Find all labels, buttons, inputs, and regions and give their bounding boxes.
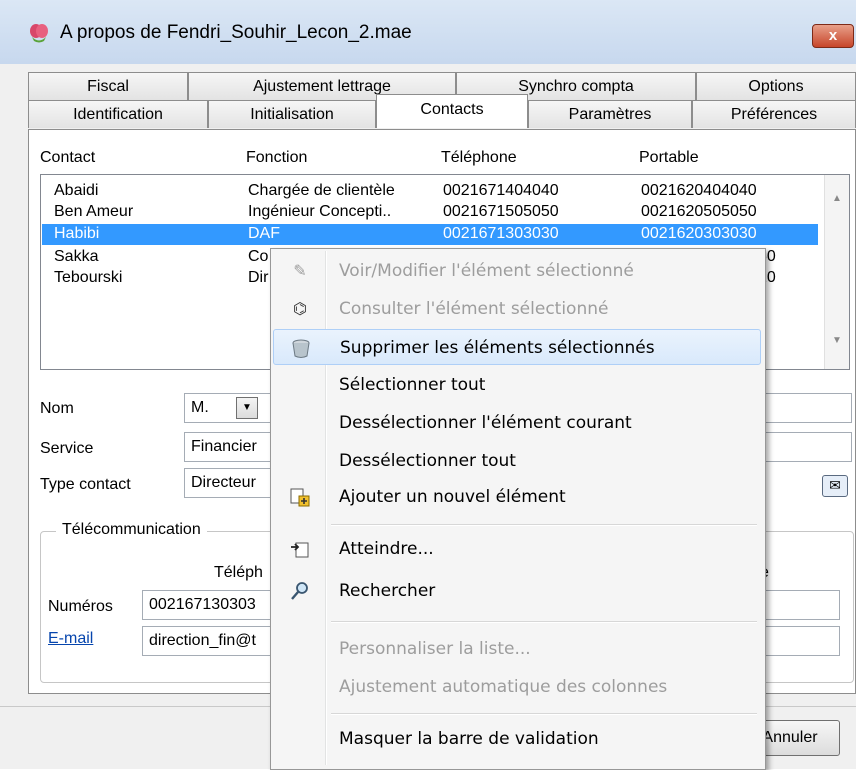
- email-extra-field[interactable]: [756, 626, 840, 656]
- menu-item-masquer-barre[interactable]: Masquer la barre de validation: [273, 721, 761, 757]
- menu-item-label: Ajouter un nouvel élément: [339, 487, 566, 507]
- contact-name: Sakka: [54, 248, 99, 265]
- title-bar: A propos de Fendri_Souhir_Lecon_2.mae x: [0, 0, 856, 65]
- email-link[interactable]: E-mail: [48, 630, 93, 648]
- tab-fiscal[interactable]: Fiscal: [28, 72, 188, 100]
- contact-name: Abaidi: [54, 182, 99, 199]
- glasses-icon: ⌬: [293, 299, 307, 318]
- tab-preferences[interactable]: Préférences: [692, 100, 856, 128]
- menu-item-label: Masquer la barre de validation: [339, 729, 599, 749]
- menu-item-personnaliser[interactable]: Personnaliser la liste...: [273, 631, 761, 667]
- pencil-icon: ✎: [293, 261, 307, 280]
- menu-item-consulter[interactable]: ⌬ Consulter l'élément sélectionné: [273, 291, 761, 327]
- menu-separator: [331, 524, 757, 526]
- app-flower-icon: [30, 24, 48, 43]
- tab-contacts[interactable]: Contacts: [376, 94, 528, 128]
- list-item[interactable]: Ben Ameur Ingénieur Concepti.. 002167150…: [42, 202, 818, 223]
- context-menu: ✎ Voir/Modifier l'élément sélectionné ⌬ …: [270, 248, 766, 770]
- tab-initialisation[interactable]: Initialisation: [208, 100, 376, 128]
- menu-item-label: Atteindre...: [339, 539, 434, 559]
- contact-portable: 0021620505050: [641, 203, 757, 220]
- menu-item-deselectionner-courant[interactable]: Dessélectionner l'élément courant: [273, 405, 761, 441]
- trash-icon: [290, 337, 312, 359]
- menu-item-voir-modifier[interactable]: ✎ Voir/Modifier l'élément sélectionné: [273, 253, 761, 289]
- tab-row-2: Identification Initialisation Contacts P…: [0, 94, 856, 128]
- type-contact-label: Type contact: [40, 476, 131, 493]
- menu-item-label: Sélectionner tout: [339, 375, 486, 395]
- menu-item-atteindre[interactable]: Atteindre...: [273, 531, 761, 567]
- telecommunication-title: Télécommunication: [56, 521, 207, 539]
- contact-portable: 0021620404040: [641, 182, 757, 199]
- column-header-fonction[interactable]: Fonction: [246, 149, 307, 167]
- type-contact-field[interactable]: Directeur: [184, 468, 284, 498]
- chevron-down-icon[interactable]: ▼: [236, 397, 258, 419]
- menu-item-ajustement-colonnes[interactable]: Ajustement automatique des colonnes: [273, 669, 761, 705]
- scroll-up-icon[interactable]: ▲: [825, 193, 849, 204]
- close-button[interactable]: x: [812, 24, 854, 48]
- civilite-combo[interactable]: M.: [184, 393, 284, 423]
- window-title: A propos de Fendri_Souhir_Lecon_2.mae: [60, 22, 412, 43]
- service-extra-field[interactable]: [756, 432, 852, 462]
- menu-item-ajouter[interactable]: Ajouter un nouvel élément: [273, 479, 761, 515]
- contact-telephone: 0021671505050: [443, 203, 559, 220]
- menu-item-selectionner-tout[interactable]: Sélectionner tout: [273, 367, 761, 403]
- menu-item-label: Dessélectionner tout: [339, 451, 516, 471]
- contact-fonction: Ingénieur Concepti..: [248, 203, 392, 220]
- menu-separator: [331, 713, 757, 715]
- contact-telephone: 0021671303030: [443, 225, 559, 242]
- contact-fonction: Dir: [248, 269, 269, 286]
- magnifier-icon: [289, 580, 311, 602]
- email-field[interactable]: direction_fin@t: [142, 626, 282, 656]
- tab-options[interactable]: Options: [696, 72, 856, 100]
- contact-fonction: Co: [248, 248, 269, 265]
- menu-separator: [331, 621, 757, 623]
- scroll-down-icon[interactable]: ▼: [825, 335, 849, 346]
- tab-identification[interactable]: Identification: [28, 100, 208, 128]
- contact-telephone: 0021671404040: [443, 182, 559, 199]
- menu-item-label: Rechercher: [339, 581, 436, 601]
- menu-item-label: Ajustement automatique des colonnes: [339, 677, 668, 697]
- menu-item-label: Voir/Modifier l'élément sélectionné: [339, 261, 634, 281]
- about-window: A propos de Fendri_Souhir_Lecon_2.mae x …: [0, 0, 856, 770]
- menu-item-label: Supprimer les éléments sélectionnés: [340, 338, 655, 358]
- menu-item-label: Dessélectionner l'élément courant: [339, 413, 632, 433]
- telephone-column-label: Téléph: [214, 564, 263, 581]
- column-header-telephone[interactable]: Téléphone: [441, 149, 517, 167]
- portable-number-field[interactable]: [756, 590, 840, 620]
- add-icon: [289, 486, 311, 508]
- menu-item-label: Consulter l'élément sélectionné: [339, 299, 609, 319]
- contact-portable: 0021620303030: [641, 225, 757, 242]
- nom-field[interactable]: [756, 393, 852, 423]
- menu-item-label: Personnaliser la liste...: [339, 639, 531, 659]
- contact-fonction: DAF: [248, 225, 280, 242]
- contact-name: Habibi: [54, 225, 100, 242]
- numeros-label: Numéros: [48, 598, 113, 615]
- contact-name: Tebourski: [54, 269, 123, 286]
- service-label: Service: [40, 440, 94, 457]
- contact-fonction: Chargée de clientèle: [248, 182, 395, 199]
- menu-item-deselectionner-tout[interactable]: Dessélectionner tout: [273, 443, 761, 479]
- list-item-selected[interactable]: Habibi DAF 0021671303030 0021620303030: [42, 224, 818, 245]
- list-scrollbar[interactable]: ▲ ▼: [824, 175, 849, 369]
- column-header-contact[interactable]: Contact: [40, 149, 95, 167]
- nom-label: Nom: [40, 400, 74, 417]
- list-item[interactable]: Abaidi Chargée de clientèle 002167140404…: [42, 181, 818, 202]
- goto-icon: [289, 538, 311, 560]
- contact-name: Ben Ameur: [54, 203, 134, 220]
- tab-parametres[interactable]: Paramètres: [528, 100, 692, 128]
- column-header-portable[interactable]: Portable: [639, 149, 699, 167]
- service-field[interactable]: Financier: [184, 432, 284, 462]
- menu-item-supprimer[interactable]: Supprimer les éléments sélectionnés: [273, 329, 761, 365]
- telephone-number-field[interactable]: 002167130303: [142, 590, 282, 620]
- menu-item-rechercher[interactable]: Rechercher: [273, 573, 761, 609]
- envelope-icon[interactable]: ✉: [822, 475, 848, 497]
